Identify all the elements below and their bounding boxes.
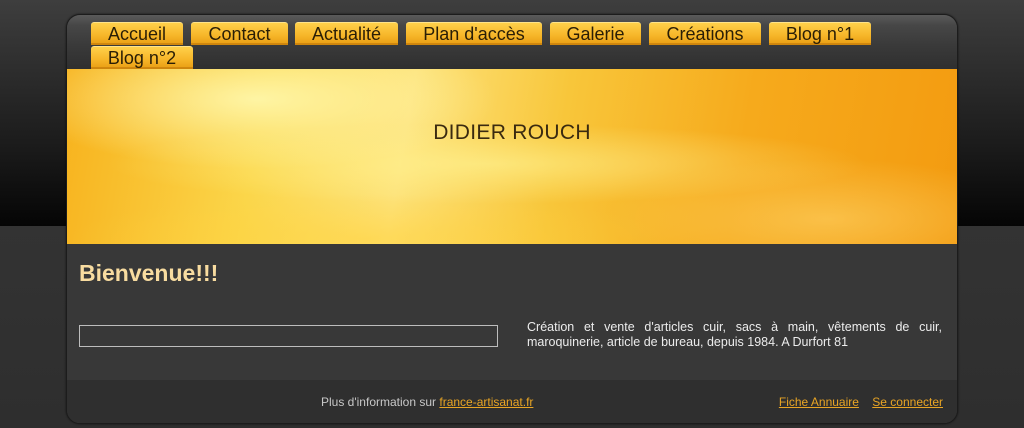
footer: Plus d'information sur france-artisanat.… bbox=[67, 380, 957, 423]
nav-item-blog-1[interactable]: Blog n°1 bbox=[769, 22, 871, 45]
fiche-annuaire-link[interactable]: Fiche Annuaire bbox=[779, 395, 859, 409]
header-banner: DIDIER ROUCH bbox=[67, 69, 957, 244]
nav-item-blog-2[interactable]: Blog n°2 bbox=[91, 46, 193, 69]
nav-item-contact[interactable]: Contact bbox=[191, 22, 288, 45]
business-description: Création et vente d'articles cuir, sacs … bbox=[527, 320, 942, 349]
main-content: Bienvenue!!! Création et vente d'article… bbox=[67, 244, 957, 380]
login-link[interactable]: Se connecter bbox=[872, 395, 943, 409]
nav-item-creations[interactable]: Créations bbox=[649, 22, 761, 45]
france-artisanat-link[interactable]: france-artisanat.fr bbox=[439, 395, 533, 409]
footer-info: Plus d'information sur france-artisanat.… bbox=[321, 395, 533, 409]
nav-item-galerie[interactable]: Galerie bbox=[550, 22, 641, 45]
footer-info-text: Plus d'information sur bbox=[321, 395, 437, 409]
nav-item-accueil[interactable]: Accueil bbox=[91, 22, 183, 45]
main-navigation: Accueil Contact Actualité Plan d'accès G… bbox=[67, 15, 957, 69]
nav-item-plan-acces[interactable]: Plan d'accès bbox=[406, 22, 542, 45]
welcome-heading: Bienvenue!!! bbox=[79, 260, 219, 286]
nav-item-actualite[interactable]: Actualité bbox=[295, 22, 398, 45]
footer-links: Fiche Annuaire Se connecter bbox=[769, 395, 943, 409]
site-frame: Accueil Contact Actualité Plan d'accès G… bbox=[66, 14, 958, 424]
empty-content-box bbox=[79, 325, 498, 347]
site-title: DIDIER ROUCH bbox=[433, 121, 591, 144]
